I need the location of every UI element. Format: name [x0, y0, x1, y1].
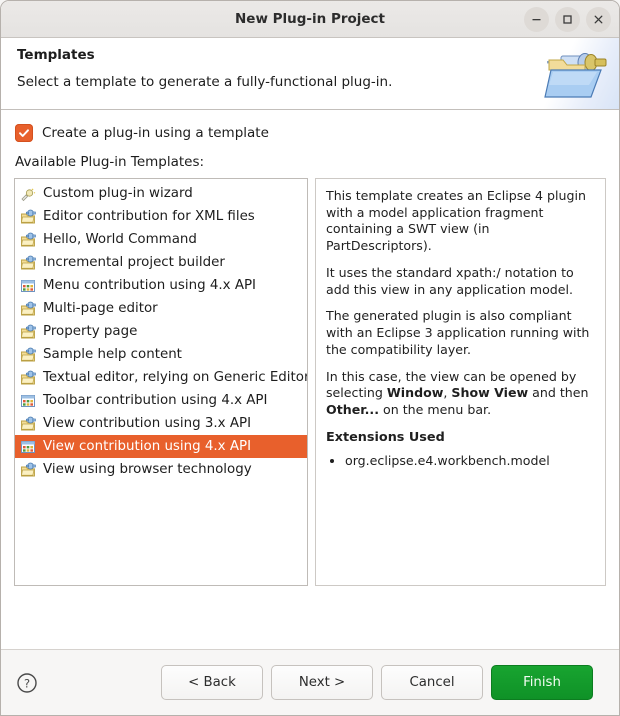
list-item-label: Incremental project builder: [43, 255, 225, 270]
list-item-label: Multi-page editor: [43, 301, 158, 316]
list-item-selected[interactable]: View contribution using 4.x API: [15, 435, 307, 458]
close-button[interactable]: [586, 6, 611, 32]
plugin-folder-icon: [544, 53, 607, 98]
page-title: Templates: [17, 47, 95, 63]
template-description: This template creates an Eclipse 4 plugi…: [315, 178, 606, 586]
plugin-icon: [21, 416, 36, 430]
wizard-header: Templates Select a template to generate …: [1, 38, 619, 110]
plugin-icon: [21, 301, 36, 315]
help-icon: ?: [17, 672, 37, 693]
list-item-label: View contribution using 3.x API: [43, 416, 252, 431]
panes-container: Custom plug-in wizard Editor contributio…: [14, 178, 606, 586]
list-item[interactable]: Sample help content: [15, 343, 307, 366]
list-item[interactable]: Toolbar contribution using 4.x API: [15, 389, 307, 412]
help-button[interactable]: ?: [15, 671, 39, 695]
list-item[interactable]: Editor contribution for XML files: [15, 205, 307, 228]
list-item[interactable]: View contribution using 3.x API: [15, 412, 307, 435]
maximize-icon: [563, 14, 572, 24]
available-templates-label: Available Plug-in Templates:: [15, 154, 205, 170]
new-plugin-project-dialog: New Plug-in Project Templates Select a t…: [0, 0, 620, 716]
next-button[interactable]: Next >: [271, 665, 373, 700]
extensions-list: org.eclipse.e4.workbench.model: [326, 453, 596, 470]
list-item-label: Hello, World Command: [43, 232, 197, 247]
desc4-bold-showview: Show View: [451, 385, 529, 401]
plugin-icon: [21, 255, 36, 269]
desc4-bold-other: Other...: [326, 402, 379, 418]
list-item-label: View contribution using 4.x API: [43, 439, 252, 454]
wizard-body: Create a plug-in using a template Availa…: [1, 110, 619, 649]
minimize-button[interactable]: [524, 6, 549, 32]
page-subtitle: Select a template to generate a fully-fu…: [17, 74, 393, 90]
list-item-label: Editor contribution for XML files: [43, 209, 255, 224]
plugin-icon: [21, 347, 36, 361]
close-icon: [594, 15, 603, 23]
grid-icon: [21, 394, 35, 407]
list-item[interactable]: View using browser technology: [15, 458, 307, 481]
window-controls: [524, 1, 611, 37]
templates-list[interactable]: Custom plug-in wizard Editor contributio…: [14, 178, 308, 586]
use-template-label: Create a plug-in using a template: [42, 125, 269, 141]
plugin-icon: [21, 232, 36, 246]
extensions-heading: Extensions Used: [326, 429, 445, 445]
banner-art: [529, 38, 619, 109]
list-item-label: Sample help content: [43, 347, 182, 362]
list-item[interactable]: Textual editor, relying on Generic Edito…: [15, 366, 307, 389]
list-item[interactable]: Multi-page editor: [15, 297, 307, 320]
list-item[interactable]: Hello, World Command: [15, 228, 307, 251]
list-item[interactable]: Menu contribution using 4.x API: [15, 274, 307, 297]
check-icon: [19, 129, 29, 137]
list-item-label: Property page: [43, 324, 138, 339]
description-paragraph-1: This template creates an Eclipse 4 plugi…: [326, 188, 586, 254]
list-item[interactable]: Property page: [15, 320, 307, 343]
use-template-checkbox[interactable]: [15, 124, 33, 142]
list-item-label: Custom plug-in wizard: [43, 186, 193, 201]
wizard-buttons: < Back Next > Cancel Finish: [161, 665, 593, 700]
finish-button[interactable]: Finish: [491, 665, 593, 700]
grid-icon: [21, 279, 35, 292]
button-bar: ? < Back Next > Cancel Finish: [1, 649, 619, 715]
list-item-label: Textual editor, relying on Generic Edito…: [43, 370, 308, 385]
title-bar: New Plug-in Project: [1, 1, 619, 38]
wizard-icon: [21, 188, 36, 201]
desc4-bold-window: Window: [386, 385, 444, 401]
list-item[interactable]: Custom plug-in wizard: [15, 182, 307, 205]
minimize-icon: [532, 18, 541, 20]
plugin-icon: [21, 370, 36, 384]
cancel-button[interactable]: Cancel: [381, 665, 483, 700]
desc4-suffix: on the menu bar.: [379, 402, 492, 418]
use-template-checkbox-row[interactable]: Create a plug-in using a template: [14, 110, 606, 142]
list-item-label: Toolbar contribution using 4.x API: [43, 393, 268, 408]
description-paragraph-4: In this case, the view can be opened by …: [326, 369, 596, 419]
list-item-label: View using browser technology: [43, 462, 252, 477]
description-paragraph-2: It uses the standard xpath:/ notation to…: [326, 264, 574, 297]
grid-icon: [21, 440, 35, 453]
back-button[interactable]: < Back: [161, 665, 263, 700]
svg-text:?: ?: [24, 676, 30, 690]
description-paragraph-3: The generated plugin is also compliant w…: [326, 308, 590, 357]
desc4-mid2: and then: [528, 385, 589, 401]
maximize-button[interactable]: [555, 6, 580, 32]
list-item[interactable]: Incremental project builder: [15, 251, 307, 274]
list-item-label: Menu contribution using 4.x API: [43, 278, 257, 293]
plugin-icon: [21, 209, 36, 223]
extension-item: org.eclipse.e4.workbench.model: [345, 453, 596, 470]
plugin-icon: [21, 324, 36, 338]
plugin-icon: [21, 462, 36, 476]
